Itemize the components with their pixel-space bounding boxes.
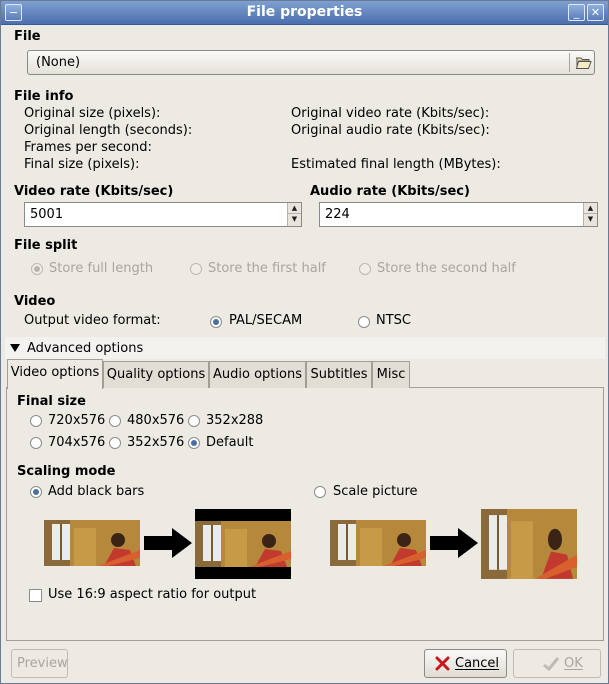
store-first-half-radio[interactable] bbox=[190, 263, 202, 275]
scaled-result-image bbox=[481, 509, 577, 579]
audio-rate-spinbutton[interactable]: 224 ▲ ▼ bbox=[319, 202, 598, 227]
scale-picture-radio[interactable] bbox=[314, 486, 326, 498]
pal-secam-radio[interactable] bbox=[210, 316, 222, 328]
minimize-icon[interactable]: _ bbox=[568, 4, 585, 21]
audio-rate-down-icon[interactable]: ▼ bbox=[584, 214, 597, 225]
frames-per-second-label: Frames per second: bbox=[24, 140, 152, 155]
store-first-half-label: Store the first half bbox=[208, 261, 326, 276]
video-rate-down-icon[interactable]: ▼ bbox=[288, 214, 301, 225]
tab-quality-options-label: Quality options bbox=[106, 367, 206, 382]
file-chooser-separator bbox=[569, 53, 570, 72]
add-black-bars-label: Add black bars bbox=[48, 484, 145, 499]
window-title: File properties bbox=[246, 4, 363, 20]
pal-secam-label: PAL/SECAM bbox=[229, 313, 303, 328]
audio-rate-up-icon[interactable]: ▲ bbox=[584, 203, 597, 214]
size-default-label: Default bbox=[206, 435, 254, 450]
size-352x576-label: 352x576 bbox=[127, 435, 185, 450]
folder-open-icon[interactable] bbox=[575, 54, 592, 71]
tab-quality-options[interactable]: Quality options bbox=[103, 361, 209, 388]
aspect-ratio-label[interactable]: Use 16:9 aspect ratio for output bbox=[48, 587, 256, 602]
tab-misc-label: Misc bbox=[376, 367, 406, 382]
file-chooser-value: (None) bbox=[36, 55, 81, 70]
size-352x288-label: 352x288 bbox=[206, 413, 264, 428]
cancel-x-icon bbox=[435, 656, 450, 671]
cancel-button-label: Cancel bbox=[455, 656, 500, 671]
scale-picture-label: Scale picture bbox=[333, 484, 418, 499]
tab-misc[interactable]: Misc bbox=[372, 361, 410, 388]
original-size-label: Original size (pixels): bbox=[24, 106, 161, 121]
video-rate-heading: Video rate (Kbits/sec) bbox=[14, 184, 174, 199]
size-720x576-radio[interactable] bbox=[30, 415, 42, 427]
arrow-right-icon bbox=[144, 528, 192, 558]
preview-button-label: Preview bbox=[17, 656, 68, 671]
advanced-options-label[interactable]: Advanced options bbox=[27, 341, 143, 356]
size-352x288-radio[interactable] bbox=[188, 415, 200, 427]
tab-video-options[interactable]: Video options bbox=[7, 359, 103, 389]
store-second-half-label: Store the second half bbox=[377, 261, 516, 276]
file-properties-window: − File properties _ ✕ File (None) File i… bbox=[0, 0, 609, 684]
store-full-length-radio[interactable] bbox=[31, 263, 43, 275]
final-size-label: Final size (pixels): bbox=[24, 157, 140, 172]
aspect-ratio-checkbox[interactable] bbox=[29, 589, 42, 602]
video-heading: Video bbox=[14, 294, 56, 309]
file-chooser[interactable]: (None) bbox=[27, 50, 595, 75]
size-480x576-label: 480x576 bbox=[127, 413, 185, 428]
estimated-final-length-label: Estimated final length (MBytes): bbox=[291, 157, 501, 172]
expander-triangle-icon[interactable] bbox=[10, 344, 20, 352]
arrow-right-icon-2 bbox=[430, 528, 478, 558]
audio-rate-heading: Audio rate (Kbits/sec) bbox=[310, 184, 470, 199]
size-704x576-radio[interactable] bbox=[30, 437, 42, 449]
size-480x576-radio[interactable] bbox=[109, 415, 121, 427]
ok-button-label: OK bbox=[564, 656, 583, 671]
ntsc-radio[interactable] bbox=[358, 316, 370, 328]
source-photo-image bbox=[44, 520, 140, 566]
video-rate-up-icon[interactable]: ▲ bbox=[288, 203, 301, 214]
final-size-heading: Final size bbox=[17, 394, 86, 409]
add-black-bars-radio[interactable] bbox=[30, 486, 42, 498]
tab-audio-options[interactable]: Audio options bbox=[209, 361, 306, 388]
file-heading: File bbox=[14, 29, 41, 44]
tab-video-options-label: Video options bbox=[10, 365, 100, 380]
close-icon[interactable]: ✕ bbox=[587, 4, 604, 21]
tab-subtitles[interactable]: Subtitles bbox=[306, 361, 372, 388]
size-704x576-label: 704x576 bbox=[48, 435, 106, 450]
video-rate-arrows: ▲ ▼ bbox=[287, 203, 301, 226]
preview-button[interactable]: Preview bbox=[11, 649, 68, 678]
source-photo-image-2 bbox=[330, 520, 426, 566]
tab-audio-options-label: Audio options bbox=[213, 367, 302, 382]
file-split-heading: File split bbox=[14, 238, 78, 253]
video-rate-spinbutton[interactable]: 5001 ▲ ▼ bbox=[24, 202, 302, 227]
original-video-rate-label: Original video rate (Kbits/sec): bbox=[291, 106, 490, 121]
size-720x576-label: 720x576 bbox=[48, 413, 106, 428]
output-video-format-label: Output video format: bbox=[24, 313, 161, 328]
size-352x576-radio[interactable] bbox=[109, 437, 121, 449]
video-rate-value[interactable]: 5001 bbox=[30, 207, 63, 222]
title-bar[interactable]: − File properties _ ✕ bbox=[1, 1, 608, 25]
original-length-label: Original length (seconds): bbox=[24, 123, 193, 138]
black-bars-result-image bbox=[195, 509, 291, 579]
ok-check-icon bbox=[543, 657, 560, 671]
audio-rate-arrows: ▲ ▼ bbox=[583, 203, 597, 226]
audio-rate-value[interactable]: 224 bbox=[325, 207, 350, 222]
ntsc-label: NTSC bbox=[376, 313, 411, 328]
original-audio-rate-label: Original audio rate (Kbits/sec): bbox=[291, 123, 490, 138]
ok-button[interactable]: OK bbox=[513, 649, 601, 678]
scaling-mode-heading: Scaling mode bbox=[17, 464, 116, 479]
tab-subtitles-label: Subtitles bbox=[310, 367, 368, 382]
store-second-half-radio[interactable] bbox=[359, 263, 371, 275]
file-info-heading: File info bbox=[14, 89, 74, 104]
store-full-length-label: Store full length bbox=[49, 261, 154, 276]
size-default-radio[interactable] bbox=[188, 437, 200, 449]
cancel-button[interactable]: Cancel bbox=[424, 649, 507, 678]
